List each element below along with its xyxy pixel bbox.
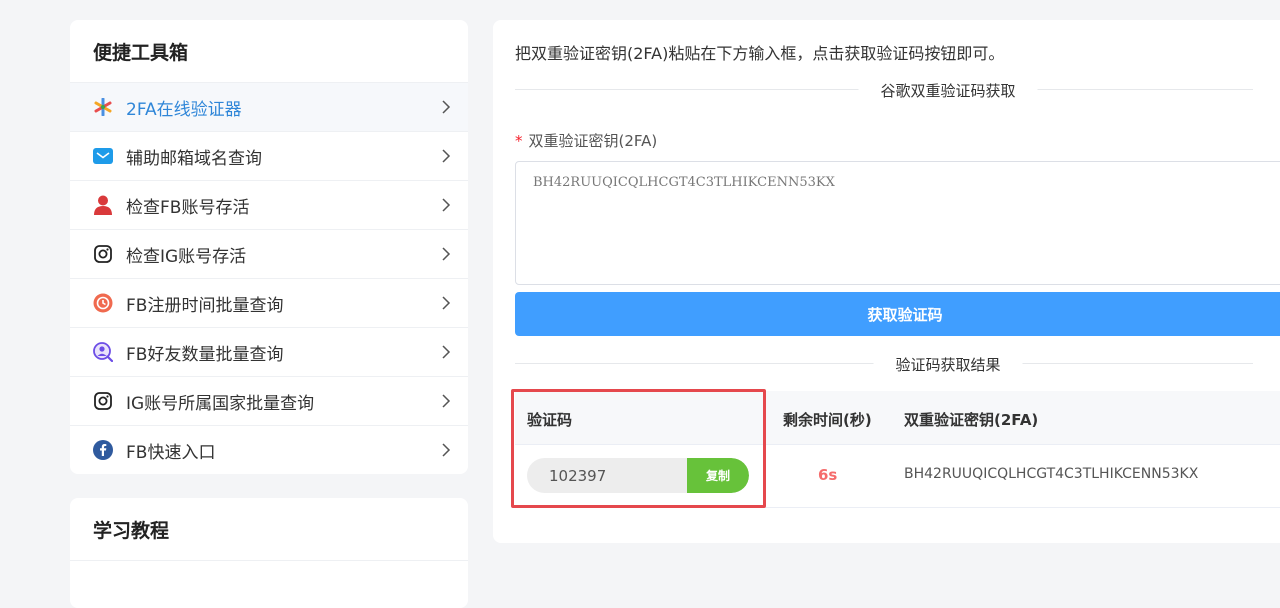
sidebar-item-label: FB好友数量批量查询 xyxy=(126,344,284,365)
facebook-icon xyxy=(93,440,113,460)
sidebar-item-label: 辅助邮箱域名查询 xyxy=(126,148,262,169)
chevron-right-icon xyxy=(442,296,451,310)
verification-code: 102397 xyxy=(549,467,607,485)
sidebar-item-label: 检查FB账号存活 xyxy=(126,197,250,218)
chevron-right-icon xyxy=(442,443,451,457)
row-secret: BH42RUUQICQLHCGT4C3TLHIKCENN53KX xyxy=(904,466,1199,482)
header-code: 验证码 xyxy=(527,411,573,429)
chevron-right-icon xyxy=(442,247,451,261)
tools-card: 便捷工具箱 2FA在线验证器 辅助邮箱域名查询 检查FB账号存活 检查IG账号存… xyxy=(70,20,468,474)
sidebar-item-mail-domain[interactable]: 辅助邮箱域名查询 xyxy=(70,132,468,181)
instagram-icon xyxy=(93,391,113,411)
section-title: 谷歌双重验证码获取 xyxy=(858,80,1038,101)
secret-input[interactable]: BH42RUUQICQLHCGT4C3TLHIKCENN53KX xyxy=(515,161,1280,285)
sidebar-item-label: 检查IG账号存活 xyxy=(126,246,247,267)
code-pill: 102397 复制 xyxy=(527,458,749,493)
copy-button[interactable]: 复制 xyxy=(687,458,749,493)
main-panel: 把双重验证密钥(2FA)粘贴在下方输入框，点击获取验证码按钮即可。 谷歌双重验证… xyxy=(493,20,1280,543)
header-remaining: 剩余时间(秒) xyxy=(783,411,872,429)
sidebar-item-ig-alive[interactable]: 检查IG账号存活 xyxy=(70,230,468,279)
tools-title: 便捷工具箱 xyxy=(70,20,468,83)
pinwheel-icon xyxy=(93,97,113,117)
table-row: 102397 复制 6s BH42RUUQICQLHCGT4C3TLHIKCEN… xyxy=(515,444,1280,508)
result-table-header: 验证码 剩余时间(秒) 双重验证密钥(2FA) xyxy=(515,391,1280,445)
remaining-time: 6s xyxy=(818,466,838,484)
sidebar-item-fb-quick-entry[interactable]: FB快速入口 xyxy=(70,426,468,474)
instagram-icon xyxy=(93,244,113,264)
chevron-right-icon xyxy=(442,100,451,114)
chevron-right-icon xyxy=(442,149,451,163)
chevron-right-icon xyxy=(442,394,451,408)
sidebar-item-ig-country[interactable]: IG账号所属国家批量查询 xyxy=(70,377,468,426)
learn-card: 学习教程 xyxy=(70,498,468,608)
get-code-button[interactable]: 获取验证码 xyxy=(515,292,1280,336)
sidebar-item-fb-friends-count[interactable]: FB好友数量批量查询 xyxy=(70,328,468,377)
sidebar-item-2fa-verifier[interactable]: 2FA在线验证器 xyxy=(70,83,468,132)
header-secret: 双重验证密钥(2FA) xyxy=(904,411,1039,429)
secret-field-label-text: 双重验证密钥(2FA) xyxy=(528,132,658,150)
sidebar-item-label: IG账号所属国家批量查询 xyxy=(126,393,315,414)
secret-field-label: * 双重验证密钥(2FA) xyxy=(515,130,657,151)
sidebar-item-label: 2FA在线验证器 xyxy=(126,99,242,120)
sidebar-item-label: FB快速入口 xyxy=(126,442,216,463)
learn-title: 学习教程 xyxy=(70,498,468,561)
mail-icon xyxy=(93,146,113,166)
search-user-icon xyxy=(93,342,113,362)
result-title: 验证码获取结果 xyxy=(873,354,1023,375)
clock-icon xyxy=(93,293,113,313)
intro-text: 把双重验证密钥(2FA)粘贴在下方输入框，点击获取验证码按钮即可。 xyxy=(515,44,1005,63)
chevron-right-icon xyxy=(442,345,451,359)
chevron-right-icon xyxy=(442,198,451,212)
sidebar-item-fb-alive[interactable]: 检查FB账号存活 xyxy=(70,181,468,230)
sidebar-item-fb-register-time[interactable]: FB注册时间批量查询 xyxy=(70,279,468,328)
required-mark: * xyxy=(515,132,523,150)
sidebar-item-label: FB注册时间批量查询 xyxy=(126,295,284,316)
user-icon xyxy=(93,195,113,215)
